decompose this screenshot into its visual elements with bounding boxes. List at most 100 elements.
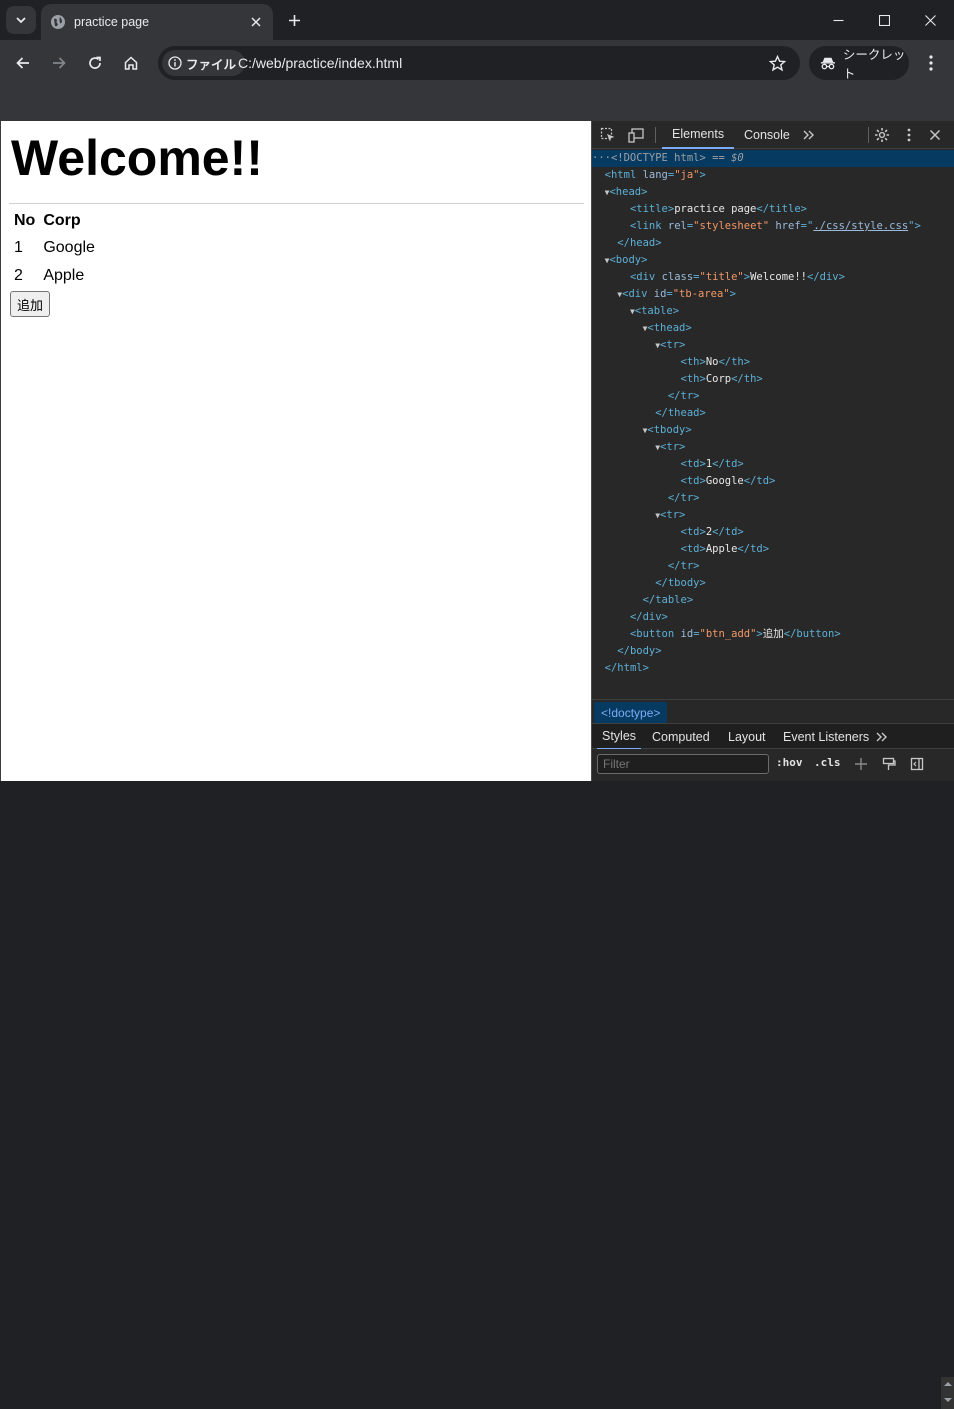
dom-node-button[interactable]: <button id="btn_add">追加</button> bbox=[592, 626, 954, 643]
tag-text: <td> bbox=[680, 458, 706, 470]
node-text: Apple bbox=[705, 543, 738, 555]
dom-node-tbody[interactable]: ▼<tbody> bbox=[592, 422, 954, 439]
dom-node-title[interactable]: <title>practice page</title> bbox=[592, 201, 954, 218]
tag-text: <td> bbox=[680, 526, 706, 538]
dom-node-tr[interactable]: ▼<tr> bbox=[592, 439, 954, 456]
tag-text: <thead> bbox=[647, 322, 692, 334]
dom-node-tr-close[interactable]: </tr> bbox=[592, 558, 954, 575]
dom-node-th[interactable]: <th>Corp</th> bbox=[592, 371, 954, 388]
tab-separator bbox=[655, 127, 656, 143]
device-toolbar-icon[interactable] bbox=[626, 125, 646, 145]
tag-text: </th> bbox=[718, 356, 751, 368]
page-heading: Welcome!! bbox=[11, 130, 263, 186]
new-tab-button[interactable] bbox=[283, 9, 305, 31]
scroll-up-icon[interactable] bbox=[941, 1379, 954, 1389]
more-options-icon[interactable] bbox=[899, 125, 919, 145]
href-link[interactable]: ./css/style.css bbox=[813, 220, 908, 232]
back-button[interactable] bbox=[7, 47, 39, 79]
dom-node-table[interactable]: ▼<table> bbox=[592, 303, 954, 320]
url-text[interactable]: C:/web/practice/index.html bbox=[238, 55, 402, 71]
node-text: Google bbox=[705, 475, 744, 487]
dom-node-tr-close[interactable]: </tr> bbox=[592, 490, 954, 507]
add-button[interactable]: 追加 bbox=[10, 291, 51, 317]
dom-node-link[interactable]: <link rel="stylesheet" href="./css/style… bbox=[592, 218, 954, 235]
maximize-icon bbox=[878, 14, 890, 26]
column-header-no: No bbox=[14, 212, 36, 229]
dom-node-td[interactable]: <td>1</td> bbox=[592, 456, 954, 473]
info-icon bbox=[168, 56, 182, 70]
add-rule-icon[interactable] bbox=[852, 755, 870, 773]
tag-text: </th> bbox=[731, 373, 763, 385]
dom-node-tr-close[interactable]: </tr> bbox=[592, 388, 954, 405]
globe-icon bbox=[50, 14, 66, 30]
close-tab-icon[interactable] bbox=[247, 13, 265, 31]
tag-text: <head> bbox=[609, 186, 648, 198]
more-subtabs-icon[interactable] bbox=[872, 727, 892, 747]
tag-text: </td> bbox=[743, 475, 776, 487]
dom-node-html-close[interactable]: </html> bbox=[592, 660, 954, 677]
tab-styles[interactable]: Styles bbox=[597, 724, 642, 750]
dom-node-body[interactable]: ▼<body> bbox=[592, 252, 954, 269]
reload-button[interactable] bbox=[79, 47, 111, 79]
tag-text: </td> bbox=[737, 543, 770, 555]
maximize-button[interactable] bbox=[861, 0, 907, 40]
plus-icon bbox=[288, 14, 300, 26]
arrow-left-icon bbox=[16, 57, 29, 69]
tab-computed[interactable]: Computed bbox=[647, 724, 715, 750]
dom-node-th[interactable]: <th>No</th> bbox=[592, 354, 954, 371]
paint-roller-icon[interactable] bbox=[880, 755, 898, 773]
tag-text: </thead> bbox=[655, 407, 706, 419]
address-bar[interactable]: ファイル C:/web/practice/index.html bbox=[158, 46, 800, 80]
dom-node-head-close[interactable]: </head> bbox=[592, 235, 954, 252]
dom-node-td[interactable]: <td>Google</td> bbox=[592, 473, 954, 490]
browser-menu-button[interactable] bbox=[918, 47, 944, 79]
more-tabs-icon[interactable] bbox=[799, 125, 819, 145]
tag-text: </div> bbox=[629, 611, 668, 623]
dom-node-tr[interactable]: ▼<tr> bbox=[592, 337, 954, 354]
tab-elements[interactable]: Elements bbox=[662, 121, 735, 149]
dom-node-html[interactable]: <html lang="ja"> bbox=[592, 167, 954, 184]
tab-search-button[interactable] bbox=[6, 6, 36, 34]
dom-node-div-close[interactable]: </div> bbox=[592, 609, 954, 626]
dom-node-td[interactable]: <td>Apple</td> bbox=[592, 541, 954, 558]
gear-icon[interactable] bbox=[872, 125, 892, 145]
attr-name: rel bbox=[667, 220, 687, 232]
node-text: No bbox=[705, 356, 719, 368]
dom-node-table-close[interactable]: </table> bbox=[592, 592, 954, 609]
hov-toggle[interactable]: :hov bbox=[776, 756, 803, 769]
cls-toggle[interactable]: .cls bbox=[814, 756, 841, 769]
dom-node-thead-close[interactable]: </thead> bbox=[592, 405, 954, 422]
incognito-button[interactable]: シークレット bbox=[809, 46, 909, 81]
dom-node-tr[interactable]: ▼<tr> bbox=[592, 507, 954, 524]
dom-node-body-close[interactable]: </body> bbox=[592, 643, 954, 660]
close-devtools-icon[interactable] bbox=[925, 125, 945, 145]
dom-node-div-tb-area[interactable]: ▼<div id="tb-area"> bbox=[592, 286, 954, 303]
dom-node-td[interactable]: <td>2</td> bbox=[592, 524, 954, 541]
tag-text: <div bbox=[622, 288, 648, 300]
forward-button[interactable] bbox=[43, 47, 75, 79]
scroll-down-icon[interactable] bbox=[941, 1395, 954, 1405]
dom-node-head[interactable]: ▼<head> bbox=[592, 184, 954, 201]
styles-scrollbar[interactable] bbox=[941, 1377, 954, 1409]
dom-node-tbody-close[interactable]: </tbody> bbox=[592, 575, 954, 592]
minimize-button[interactable] bbox=[815, 0, 861, 40]
dom-node-doctype[interactable]: ···<!DOCTYPE html> == $0 bbox=[592, 150, 954, 167]
sidebar-toggle-icon[interactable] bbox=[908, 755, 926, 773]
site-info-chip[interactable]: ファイル bbox=[162, 50, 246, 76]
close-window-button[interactable] bbox=[907, 0, 953, 40]
tab-layout[interactable]: Layout bbox=[723, 724, 771, 750]
tab-event-listeners[interactable]: Event Listeners bbox=[778, 724, 874, 750]
inspect-element-icon[interactable] bbox=[598, 125, 618, 145]
home-button[interactable] bbox=[115, 47, 147, 79]
tab-console[interactable]: Console bbox=[734, 121, 800, 149]
tag-text: <table> bbox=[634, 305, 680, 317]
dom-node-div-title[interactable]: <div class="title">Welcome!!</div> bbox=[592, 269, 954, 286]
bookmark-star-icon[interactable] bbox=[768, 54, 786, 72]
tab-practice-page[interactable]: practice page bbox=[41, 4, 273, 40]
dom-node-thead[interactable]: ▼<thead> bbox=[592, 320, 954, 337]
column-header-corp: Corp bbox=[43, 212, 81, 229]
styles-filter-input[interactable] bbox=[597, 754, 769, 774]
breadcrumb-doctype[interactable]: <!doctype> bbox=[594, 702, 668, 723]
table-row: 2 Apple bbox=[11, 263, 98, 289]
doctype-prefix-dots: ··· bbox=[592, 152, 611, 164]
